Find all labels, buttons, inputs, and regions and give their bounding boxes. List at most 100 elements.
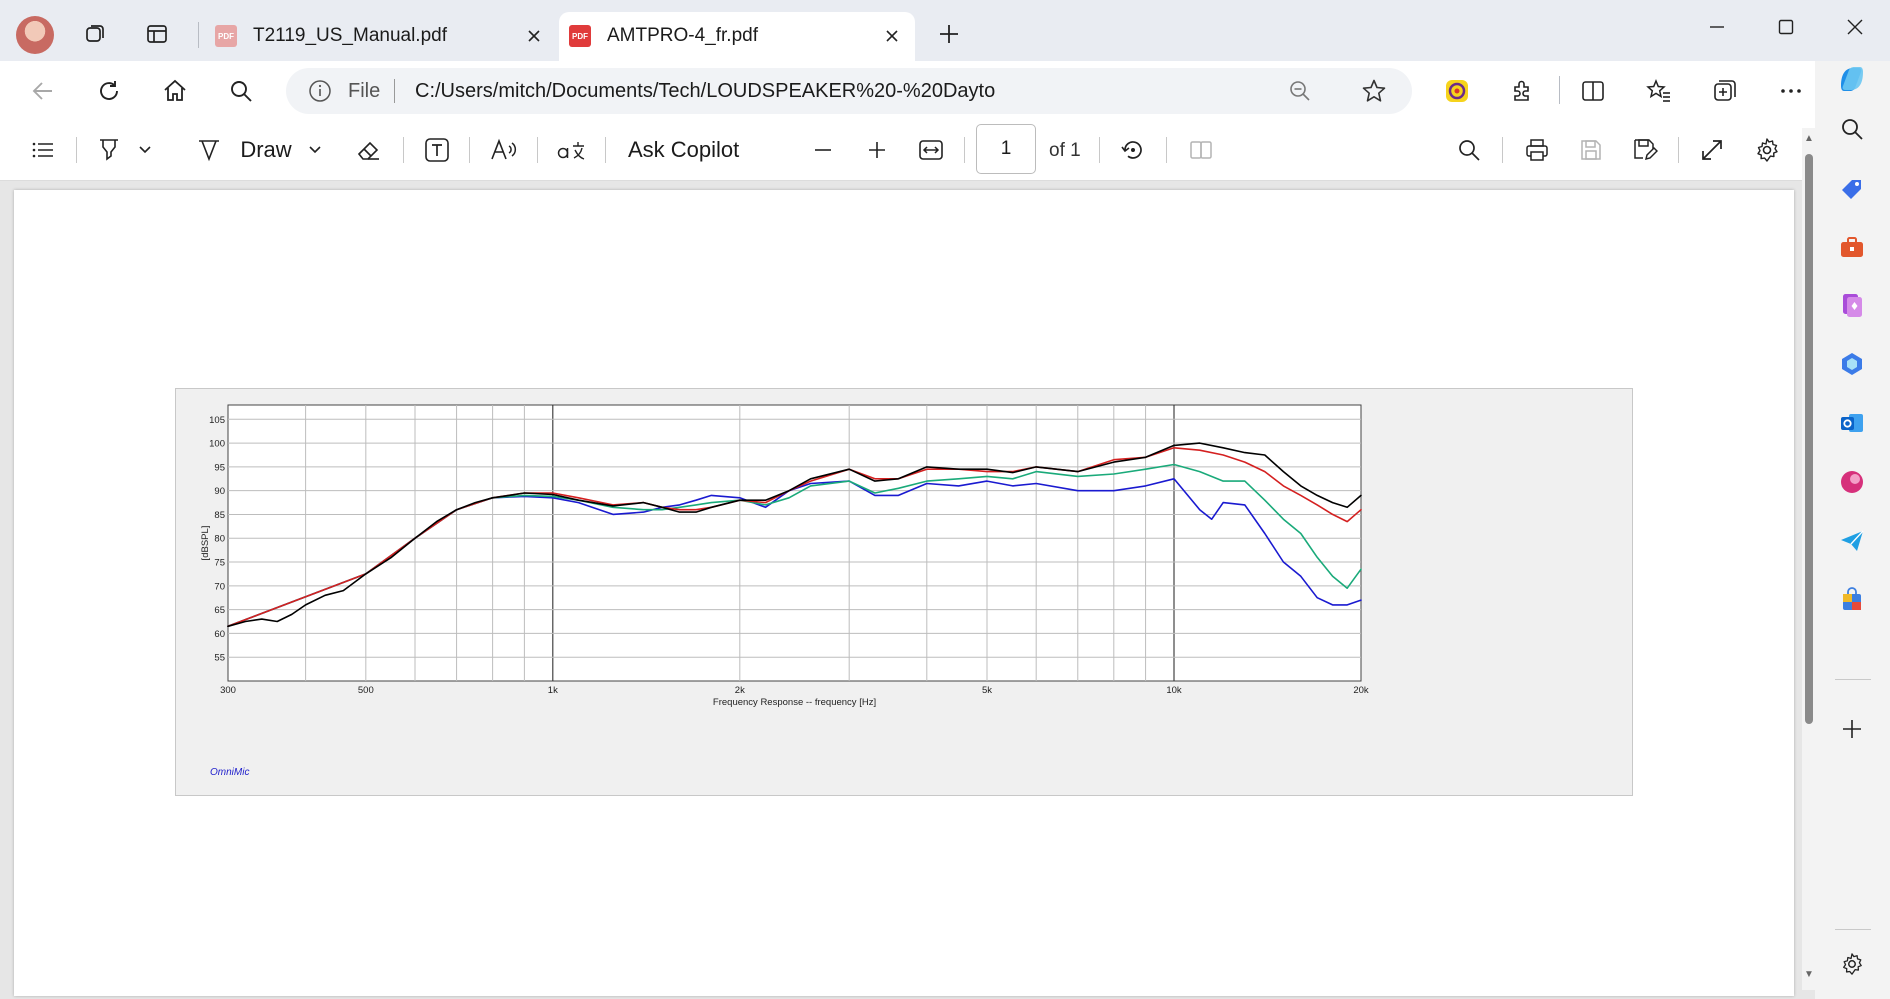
pdf-icon: PDF xyxy=(215,25,237,47)
minimize-icon xyxy=(1710,26,1724,28)
y-tick-label: 60 xyxy=(214,629,225,640)
search-button[interactable] xyxy=(224,74,258,108)
sidebar-separator xyxy=(1835,929,1871,930)
maximize-button[interactable] xyxy=(1763,12,1809,42)
pdf-document-area[interactable]: 55 60 65 70 75 80 85 90 95 100 105 300 500 1k 2k 5k 10k 2… xyxy=(0,181,1815,999)
y-tick-label: 100 xyxy=(209,439,225,450)
favorite-star-icon[interactable] xyxy=(1361,78,1387,109)
extensions-icon[interactable] xyxy=(1505,74,1539,108)
rotate-icon[interactable] xyxy=(1116,133,1150,167)
page-number-input[interactable]: 1 xyxy=(976,124,1036,174)
fit-to-width-icon[interactable] xyxy=(914,133,948,167)
window-close-button[interactable] xyxy=(1832,12,1878,42)
y-tick-label: 70 xyxy=(214,581,225,592)
x-tick-label: 500 xyxy=(358,685,374,696)
y-tick-label: 80 xyxy=(214,534,225,545)
y-tick-label: 65 xyxy=(214,605,225,616)
copilot-icon[interactable] xyxy=(1834,61,1870,97)
y-tick-label: 105 xyxy=(209,415,225,426)
back-button[interactable] xyxy=(26,74,60,108)
games-icon[interactable] xyxy=(1834,287,1870,323)
scroll-up-arrow-icon[interactable]: ▲ xyxy=(1803,132,1815,144)
vertical-scrollbar[interactable]: ▲ ▼ xyxy=(1802,128,1815,990)
new-tab-button[interactable] xyxy=(932,17,966,51)
refresh-button[interactable] xyxy=(92,74,126,108)
y-tick-label: 90 xyxy=(214,486,225,497)
sidebar-search-icon[interactable] xyxy=(1834,111,1870,147)
tools-briefcase-icon[interactable] xyxy=(1834,229,1870,265)
address-bar[interactable]: File C:/Users/mitch/Documents/Tech/LOUDS… xyxy=(286,68,1412,114)
collections-icon[interactable] xyxy=(1708,74,1742,108)
home-button[interactable] xyxy=(158,74,192,108)
designer-icon[interactable] xyxy=(1834,464,1870,500)
toolbar-separator xyxy=(1502,137,1503,163)
refresh-icon xyxy=(100,81,118,100)
pdf-page: 55 60 65 70 75 80 85 90 95 100 105 300 500 1k 2k 5k 10k 2… xyxy=(14,190,1794,996)
read-aloud-icon[interactable] xyxy=(487,133,521,167)
split-screen-icon[interactable] xyxy=(1576,74,1610,108)
draw-button[interactable]: Draw xyxy=(236,133,296,167)
frequency-response-chart: 55 60 65 70 75 80 85 90 95 100 105 300 500 1k 2k 5k 10k 2… xyxy=(175,388,1633,796)
fullscreen-expand-icon[interactable] xyxy=(1695,133,1729,167)
x-axis-label: Frequency Response -- frequency [Hz] xyxy=(713,697,876,708)
ask-copilot-label: Ask Copilot xyxy=(628,137,740,162)
ask-copilot-button[interactable]: Ask Copilot xyxy=(628,133,740,167)
navigation-bar: File C:/Users/mitch/Documents/Tech/LOUDS… xyxy=(0,61,1890,120)
translate-icon[interactable] xyxy=(554,133,588,167)
toolbar-separator xyxy=(605,137,606,163)
close-icon xyxy=(1847,19,1863,35)
x-tick-label: 1k xyxy=(548,685,558,696)
scroll-down-arrow-icon[interactable]: ▼ xyxy=(1803,968,1815,980)
pdf-settings-gear-icon[interactable] xyxy=(1750,133,1784,167)
highlight-icon[interactable] xyxy=(92,133,126,167)
tab-actions-icon[interactable] xyxy=(140,17,174,51)
save-as-icon[interactable] xyxy=(1628,133,1662,167)
workspaces-icon[interactable] xyxy=(78,17,112,51)
site-info-icon[interactable] xyxy=(308,79,332,103)
y-tick-label: 75 xyxy=(214,558,225,569)
y-tick-label: 85 xyxy=(214,510,225,521)
page-view-icon xyxy=(1184,133,1218,167)
draw-pen-icon[interactable] xyxy=(192,133,226,167)
back-arrow-icon xyxy=(32,82,52,100)
maximize-icon xyxy=(1778,19,1794,35)
home-icon xyxy=(164,79,186,101)
search-icon xyxy=(231,81,252,102)
microsoft-365-icon[interactable] xyxy=(1834,346,1870,382)
x-tick-label: 300 xyxy=(220,685,236,696)
print-icon[interactable] xyxy=(1520,133,1554,167)
toolbar-separator xyxy=(964,137,965,163)
find-search-icon[interactable] xyxy=(1452,133,1486,167)
scrollbar-thumb[interactable] xyxy=(1805,154,1813,724)
y-axis-label: [dBSPL] xyxy=(200,526,211,561)
draw-dropdown-chevron-down-icon[interactable] xyxy=(304,133,326,167)
tab-amtpro-4[interactable]: PDF AMTPRO-4_fr.pdf xyxy=(559,12,915,61)
add-text-icon[interactable] xyxy=(420,133,454,167)
shopping-bag-icon[interactable] xyxy=(1834,581,1870,617)
profile-avatar[interactable] xyxy=(16,16,54,54)
toolbar-separator xyxy=(1099,137,1100,163)
send-telegram-icon[interactable] xyxy=(1834,523,1870,559)
favorites-icon[interactable] xyxy=(1642,74,1676,108)
zoom-in-button[interactable] xyxy=(860,133,894,167)
minimize-button[interactable] xyxy=(1694,12,1740,42)
highlight-dropdown-chevron-down-icon[interactable] xyxy=(134,133,156,167)
toolbar-separator xyxy=(1678,137,1679,163)
zoom-out-icon[interactable] xyxy=(1288,79,1312,108)
add-sidebar-app-plus-icon[interactable] xyxy=(1834,711,1870,747)
plus-icon xyxy=(869,142,885,158)
y-tick-label: 55 xyxy=(214,653,225,664)
contents-list-icon[interactable] xyxy=(26,133,60,167)
more-options-icon[interactable] xyxy=(1774,74,1808,108)
outlook-icon[interactable] xyxy=(1834,405,1870,441)
address-url[interactable]: C:/Users/mitch/Documents/Tech/LOUDSPEAKE… xyxy=(415,80,995,103)
sidebar-settings-gear-icon[interactable] xyxy=(1834,946,1870,982)
copilot-extension-icon[interactable] xyxy=(1440,74,1474,108)
tab-title: T2119_US_Manual.pdf xyxy=(253,25,447,46)
close-icon[interactable] xyxy=(881,25,903,47)
zoom-out-button[interactable] xyxy=(806,133,840,167)
shopping-tag-icon[interactable] xyxy=(1834,171,1870,207)
close-icon[interactable] xyxy=(523,25,545,47)
eraser-icon[interactable] xyxy=(352,133,386,167)
tab-t2119-manual[interactable]: PDF T2119_US_Manual.pdf xyxy=(205,12,557,61)
